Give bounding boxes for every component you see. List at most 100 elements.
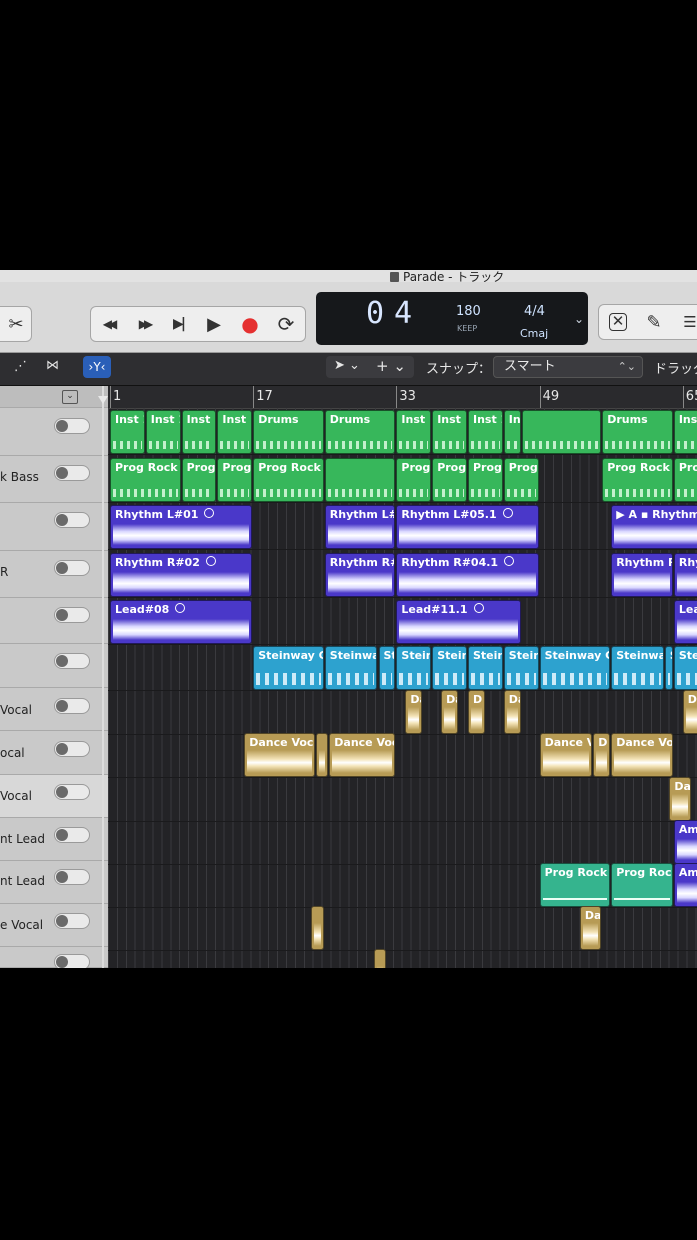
region-purple[interactable]: Lead#11.1: [396, 600, 521, 644]
region-gold[interactable]: Da: [405, 690, 423, 734]
region-gold[interactable]: [311, 906, 324, 950]
region-green[interactable]: Ins: [503, 410, 521, 454]
editors-button[interactable]: ✎: [637, 307, 671, 337]
track-on-off-toggle[interactable]: [54, 698, 90, 714]
automation-icon[interactable]: ⋰: [14, 359, 27, 374]
track-header[interactable]: [0, 503, 108, 551]
record-button[interactable]: ●: [233, 309, 267, 339]
catch-playhead-button[interactable]: ›Y‹: [83, 356, 111, 378]
track-on-off-toggle[interactable]: [54, 607, 90, 623]
region-green[interactable]: Inst 1: [396, 410, 432, 454]
track-on-off-toggle[interactable]: [54, 869, 90, 885]
track-on-off-toggle[interactable]: [54, 418, 90, 434]
track-header[interactable]: Vocal: [0, 775, 108, 818]
region-purple[interactable]: Rhy: [673, 553, 697, 597]
region-purple[interactable]: Ambi: [673, 863, 697, 907]
pencil-tool-icon[interactable]: + ⌄: [376, 357, 406, 375]
region-green[interactable]: Inst: [673, 410, 697, 454]
region-purple[interactable]: Rhythm L#01: [110, 505, 253, 549]
region-green[interactable]: Inst 1: [145, 410, 181, 454]
chevron-down-icon[interactable]: ⌄: [574, 312, 584, 326]
region-green[interactable]: Prog: [468, 458, 503, 502]
region-green[interactable]: Drums: [602, 410, 673, 454]
playhead-handle[interactable]: [98, 396, 108, 404]
region-green[interactable]: Drums: [324, 410, 396, 454]
region-blue[interactable]: Stein: [673, 646, 697, 690]
cycle-button[interactable]: ⟳: [269, 309, 303, 339]
region-green[interactable]: Inst 1: [432, 410, 467, 454]
fast-forward-button[interactable]: ▶▶: [127, 309, 161, 339]
region-purple[interactable]: Rhythm R#02: [110, 553, 253, 597]
region-green[interactable]: Inst 1: [181, 410, 217, 454]
region-green[interactable]: Prog: [503, 458, 539, 502]
scissors-button[interactable]: ✂: [0, 306, 32, 342]
track-header[interactable]: k Bass: [0, 456, 108, 503]
track-lane[interactable]: [108, 904, 697, 951]
track-lane[interactable]: [108, 775, 697, 822]
region-purple[interactable]: Rhythm R#04.1: [396, 553, 539, 597]
region-gold[interactable]: [374, 949, 387, 968]
region-green[interactable]: Inst 1: [217, 410, 253, 454]
region-purple[interactable]: Lead#08: [110, 600, 253, 644]
region-purple[interactable]: Rhythm R#: [611, 553, 673, 597]
library-button[interactable]: ☰: [673, 307, 697, 337]
rewind-button[interactable]: ◀◀: [91, 309, 125, 339]
region-purple[interactable]: Ambi: [673, 820, 697, 864]
track-header[interactable]: nt Lead: [0, 861, 108, 904]
region-green[interactable]: Prog: [396, 458, 432, 502]
arrange-area[interactable]: 1 17 33 49 65 Inst 1 Inst 1 Inst 1 Inst 1 Drums D…: [98, 386, 697, 968]
region-green[interactable]: Inst 1: [110, 410, 145, 454]
region-green[interactable]: Prog: [673, 458, 697, 502]
region-gold[interactable]: Dance Voc: [244, 733, 315, 777]
track-header[interactable]: [0, 947, 108, 968]
region-gold[interactable]: Dance Vo: [611, 733, 673, 777]
region-blue[interactable]: Stein: [503, 646, 539, 690]
region-gold[interactable]: Da: [503, 690, 521, 734]
playhead[interactable]: [98, 386, 108, 968]
track-on-off-toggle[interactable]: [54, 954, 90, 968]
lcd-display[interactable]: 04 180 KEEP 4/4 Cmaj ⌄: [316, 292, 588, 345]
region-green[interactable]: [324, 458, 396, 502]
region-green[interactable]: Prog Rock: [110, 458, 181, 502]
snap-select[interactable]: スマート ⌃⌄: [493, 356, 643, 378]
track-header[interactable]: nt Lead: [0, 818, 108, 861]
track-on-off-toggle[interactable]: [54, 465, 90, 481]
region-teal[interactable]: Prog Rock: [539, 863, 611, 907]
track-on-off-toggle[interactable]: [54, 560, 90, 576]
region-purple[interactable]: ▶ A ▪ Rhythm: [611, 505, 697, 549]
region-green[interactable]: Prog: [181, 458, 217, 502]
track-lane[interactable]: [108, 947, 697, 968]
region-green[interactable]: Prog Rock: [602, 458, 673, 502]
region-blue[interactable]: Stein: [468, 646, 503, 690]
region-purple[interactable]: Lead: [673, 600, 697, 644]
region-blue[interactable]: Steinwa: [324, 646, 378, 690]
region-gold[interactable]: Da: [441, 690, 459, 734]
pointer-tool-icon[interactable]: ➤ ⌄: [334, 358, 360, 373]
region-blue[interactable]: Steinway Gr: [539, 646, 611, 690]
track-header[interactable]: [0, 644, 108, 688]
region-purple[interactable]: Rhythm L#: [324, 505, 396, 549]
region-blue[interactable]: St: [378, 646, 396, 690]
region-gold[interactable]: [315, 733, 329, 777]
track-lanes[interactable]: Inst 1 Inst 1 Inst 1 Inst 1 Drums Drums Inst 1…: [108, 408, 697, 968]
track-header[interactable]: R: [0, 551, 108, 598]
track-on-off-toggle[interactable]: [54, 827, 90, 843]
flex-icon[interactable]: ⋈: [46, 358, 59, 373]
region-gold[interactable]: Da: [682, 690, 697, 734]
region-gold[interactable]: D: [593, 733, 611, 777]
track-header[interactable]: ocal: [0, 731, 108, 775]
region-green[interactable]: Prog: [217, 458, 253, 502]
region-blue[interactable]: Steinway Gr: [253, 646, 324, 690]
track-lane[interactable]: [108, 688, 697, 735]
region-gold[interactable]: Da: [669, 777, 691, 821]
track-lane[interactable]: [108, 818, 697, 865]
region-green[interactable]: Prog: [432, 458, 467, 502]
region-purple[interactable]: Rhythm R#: [324, 553, 396, 597]
bar-ruler[interactable]: 1 17 33 49 65: [108, 386, 697, 409]
filter-icon[interactable]: ⌄: [62, 390, 78, 404]
region-gold[interactable]: Dance Voca: [329, 733, 396, 777]
region-gold[interactable]: Dan: [579, 906, 602, 950]
region-blue[interactable]: Stein: [432, 646, 467, 690]
region-gold[interactable]: D: [468, 690, 485, 734]
region-gold[interactable]: Dance V: [539, 733, 593, 777]
